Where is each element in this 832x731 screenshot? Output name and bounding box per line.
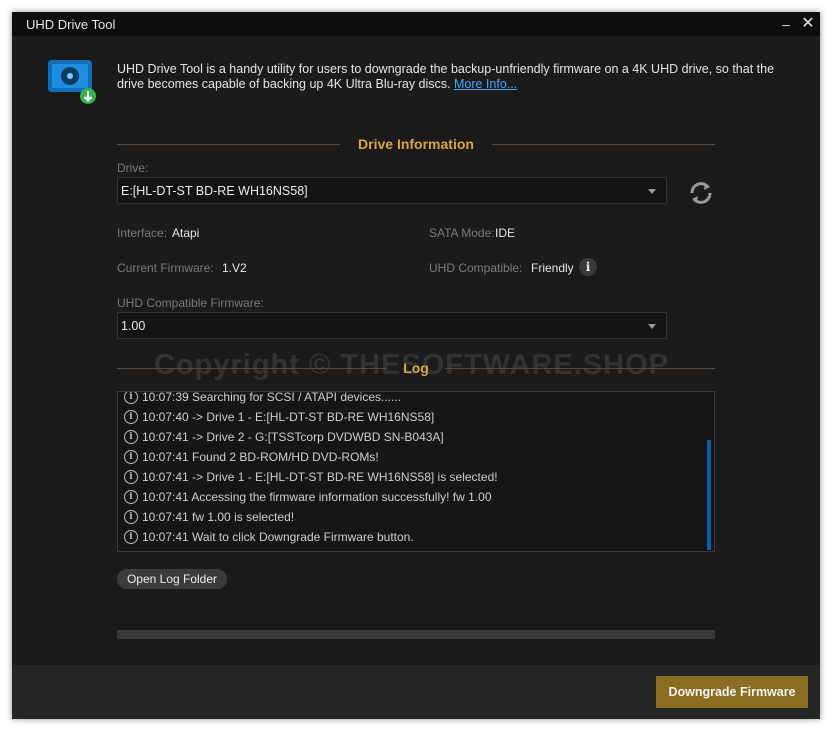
- refresh-icon[interactable]: [686, 178, 716, 208]
- chevron-down-icon: [648, 189, 656, 194]
- uhd-firmware-select-value: 1.00: [121, 319, 146, 333]
- info-icon: i: [124, 392, 138, 404]
- sata-mode-value: IDE: [495, 226, 516, 240]
- info-icon: i: [124, 469, 138, 484]
- info-icon: i: [124, 429, 138, 444]
- window-title: UHD Drive Tool: [26, 17, 116, 32]
- log-line: i 10:07:41 Found 2 BD-ROM/HD DVD-ROMs!: [124, 449, 379, 469]
- intro-text: UHD Drive Tool is a handy utility for us…: [117, 62, 777, 92]
- disc-download-icon: [48, 60, 96, 104]
- log-line: i 10:07:41 fw 1.00 is selected!: [124, 509, 294, 529]
- drive-info-heading: Drive Information: [117, 136, 715, 152]
- drive-select[interactable]: E:[HL-DT-ST BD-RE WH16NS58]: [117, 177, 667, 204]
- log-heading-label: Log: [403, 360, 429, 376]
- info-icon: i: [124, 489, 138, 504]
- current-firmware-value: 1.V2: [222, 261, 247, 275]
- uhd-compatible-value: Friendly: [531, 261, 574, 275]
- uhd-firmware-label: UHD Compatible Firmware:: [117, 296, 264, 310]
- info-icon: i: [124, 529, 138, 544]
- log-scrollbar[interactable]: [707, 440, 711, 550]
- uhd-compatible-label: UHD Compatible:: [429, 261, 523, 275]
- open-log-folder-button[interactable]: Open Log Folder: [117, 569, 227, 589]
- interface-value: Atapi: [172, 226, 200, 240]
- downgrade-firmware-button[interactable]: Downgrade Firmware: [656, 676, 808, 708]
- progress-bar: [117, 630, 715, 639]
- uhd-firmware-select[interactable]: 1.00: [117, 312, 667, 339]
- current-firmware-label: Current Firmware:: [117, 261, 214, 275]
- log-line: i 10:07:40 -> Drive 1 - E:[HL-DT-ST BD-RE…: [124, 409, 434, 429]
- log-line: i 10:07:41 -> Drive 2 - G:[TSSTcorp DVDWB…: [124, 429, 444, 449]
- log-line: i 10:07:41 Wait to click Downgrade Firmwa…: [124, 529, 414, 549]
- title-bar[interactable]: UHD Drive Tool – ✕: [12, 12, 820, 36]
- chevron-down-icon: [648, 324, 656, 329]
- sata-mode-label: SATA Mode:: [429, 226, 495, 240]
- log-heading: Log: [117, 360, 715, 376]
- intro-description: UHD Drive Tool is a handy utility for us…: [117, 62, 775, 91]
- app-window: UHD Drive Tool – ✕ UHD Drive Tool is a h…: [12, 12, 820, 719]
- more-info-link[interactable]: More Info...: [454, 77, 517, 91]
- footer: Downgrade Firmware: [12, 665, 820, 719]
- log-line: i 10:07:41 Accessing the firmware informa…: [124, 489, 492, 509]
- close-icon[interactable]: ✕: [797, 14, 819, 34]
- log-line: i 10:07:41 -> Drive 1 - E:[HL-DT-ST BD-RE…: [124, 469, 498, 489]
- info-icon[interactable]: i: [579, 258, 597, 276]
- log-panel[interactable]: i 10:07:39 Searching for SCSI / ATAPI dev…: [117, 391, 715, 552]
- drive-info-heading-label: Drive Information: [358, 136, 474, 152]
- info-icon: i: [124, 509, 138, 524]
- minimize-icon[interactable]: –: [775, 14, 797, 34]
- drive-select-value: E:[HL-DT-ST BD-RE WH16NS58]: [121, 184, 308, 198]
- drive-label: Drive:: [117, 161, 149, 175]
- interface-label: Interface:: [117, 226, 168, 240]
- info-icon: i: [124, 409, 138, 424]
- info-icon: i: [124, 449, 138, 464]
- log-line: i 10:07:39 Searching for SCSI / ATAPI dev…: [124, 392, 401, 409]
